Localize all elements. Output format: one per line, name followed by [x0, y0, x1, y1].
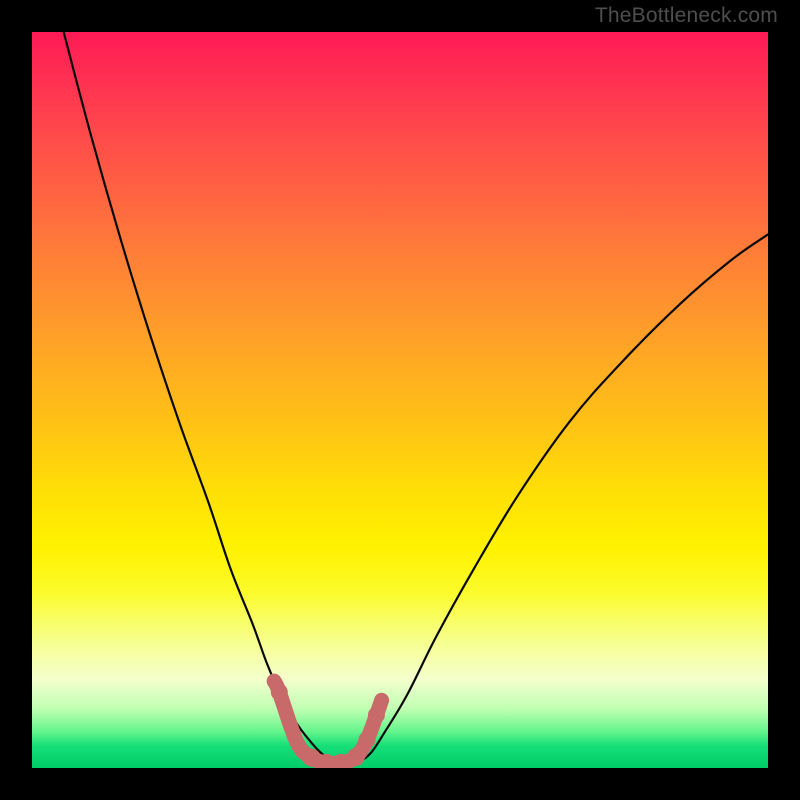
bead-cluster — [274, 681, 381, 763]
watermark-text: TheBottleneck.com — [595, 4, 778, 28]
bead-dot — [368, 707, 385, 724]
right-curve — [356, 234, 768, 764]
left-curve — [64, 32, 341, 764]
plot-area — [32, 32, 768, 768]
bead-dot — [271, 684, 288, 701]
chart-svg — [32, 32, 768, 768]
chart-frame: TheBottleneck.com — [0, 0, 800, 800]
bead-dot — [358, 732, 375, 749]
bead-dot — [347, 748, 365, 766]
bead-dot — [375, 693, 389, 707]
